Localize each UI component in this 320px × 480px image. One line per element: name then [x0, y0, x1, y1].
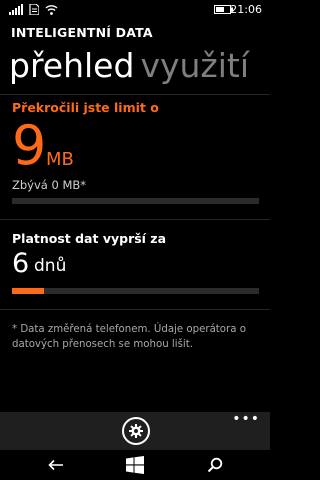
back-arrow-icon: [48, 459, 63, 471]
settings-icon: [129, 424, 143, 438]
divider: [0, 309, 270, 310]
navigation-bar: [0, 450, 270, 480]
data-usage-bar: [12, 198, 259, 204]
data-over-limit-unit: MB: [46, 149, 74, 170]
app-bar: •••: [0, 412, 270, 450]
validity-progress-fill: [12, 288, 45, 294]
footnote: * Data změřená telefonem. Údaje operátor…: [12, 324, 246, 350]
pivot-tab-overview[interactable]: přehled: [9, 46, 134, 85]
back-button[interactable]: [45, 455, 67, 475]
validity-progress-bar: [12, 288, 259, 294]
wifi-icon: [45, 5, 58, 15]
remaining-data-text: Zbývá 0 MB*: [12, 178, 87, 192]
validity-title: Platnost dat vyprší za: [12, 231, 167, 246]
status-bar: 21:06: [0, 0, 270, 20]
signal-icon: [9, 4, 23, 15]
validity-days-value: 6: [12, 248, 30, 279]
search-button[interactable]: [204, 455, 226, 475]
pivot-header: přehled využití: [9, 46, 249, 86]
app-title: INTELIGENTNÍ DATA: [11, 25, 153, 40]
pivot-tab-usage[interactable]: využití: [140, 46, 249, 85]
divider: [0, 94, 270, 95]
clock: 21:06: [230, 3, 262, 16]
windows-start-icon: [126, 456, 144, 474]
limit-title: Překročili jste limit o: [12, 100, 159, 115]
divider: [0, 219, 270, 220]
search-icon: [207, 457, 223, 473]
more-options-button[interactable]: •••: [232, 412, 260, 426]
settings-button[interactable]: [122, 417, 150, 445]
start-button[interactable]: [124, 455, 146, 475]
data-over-limit-value: 9: [12, 114, 47, 177]
sim-icon: [29, 4, 39, 15]
validity-days-unit: dnů: [34, 256, 67, 276]
